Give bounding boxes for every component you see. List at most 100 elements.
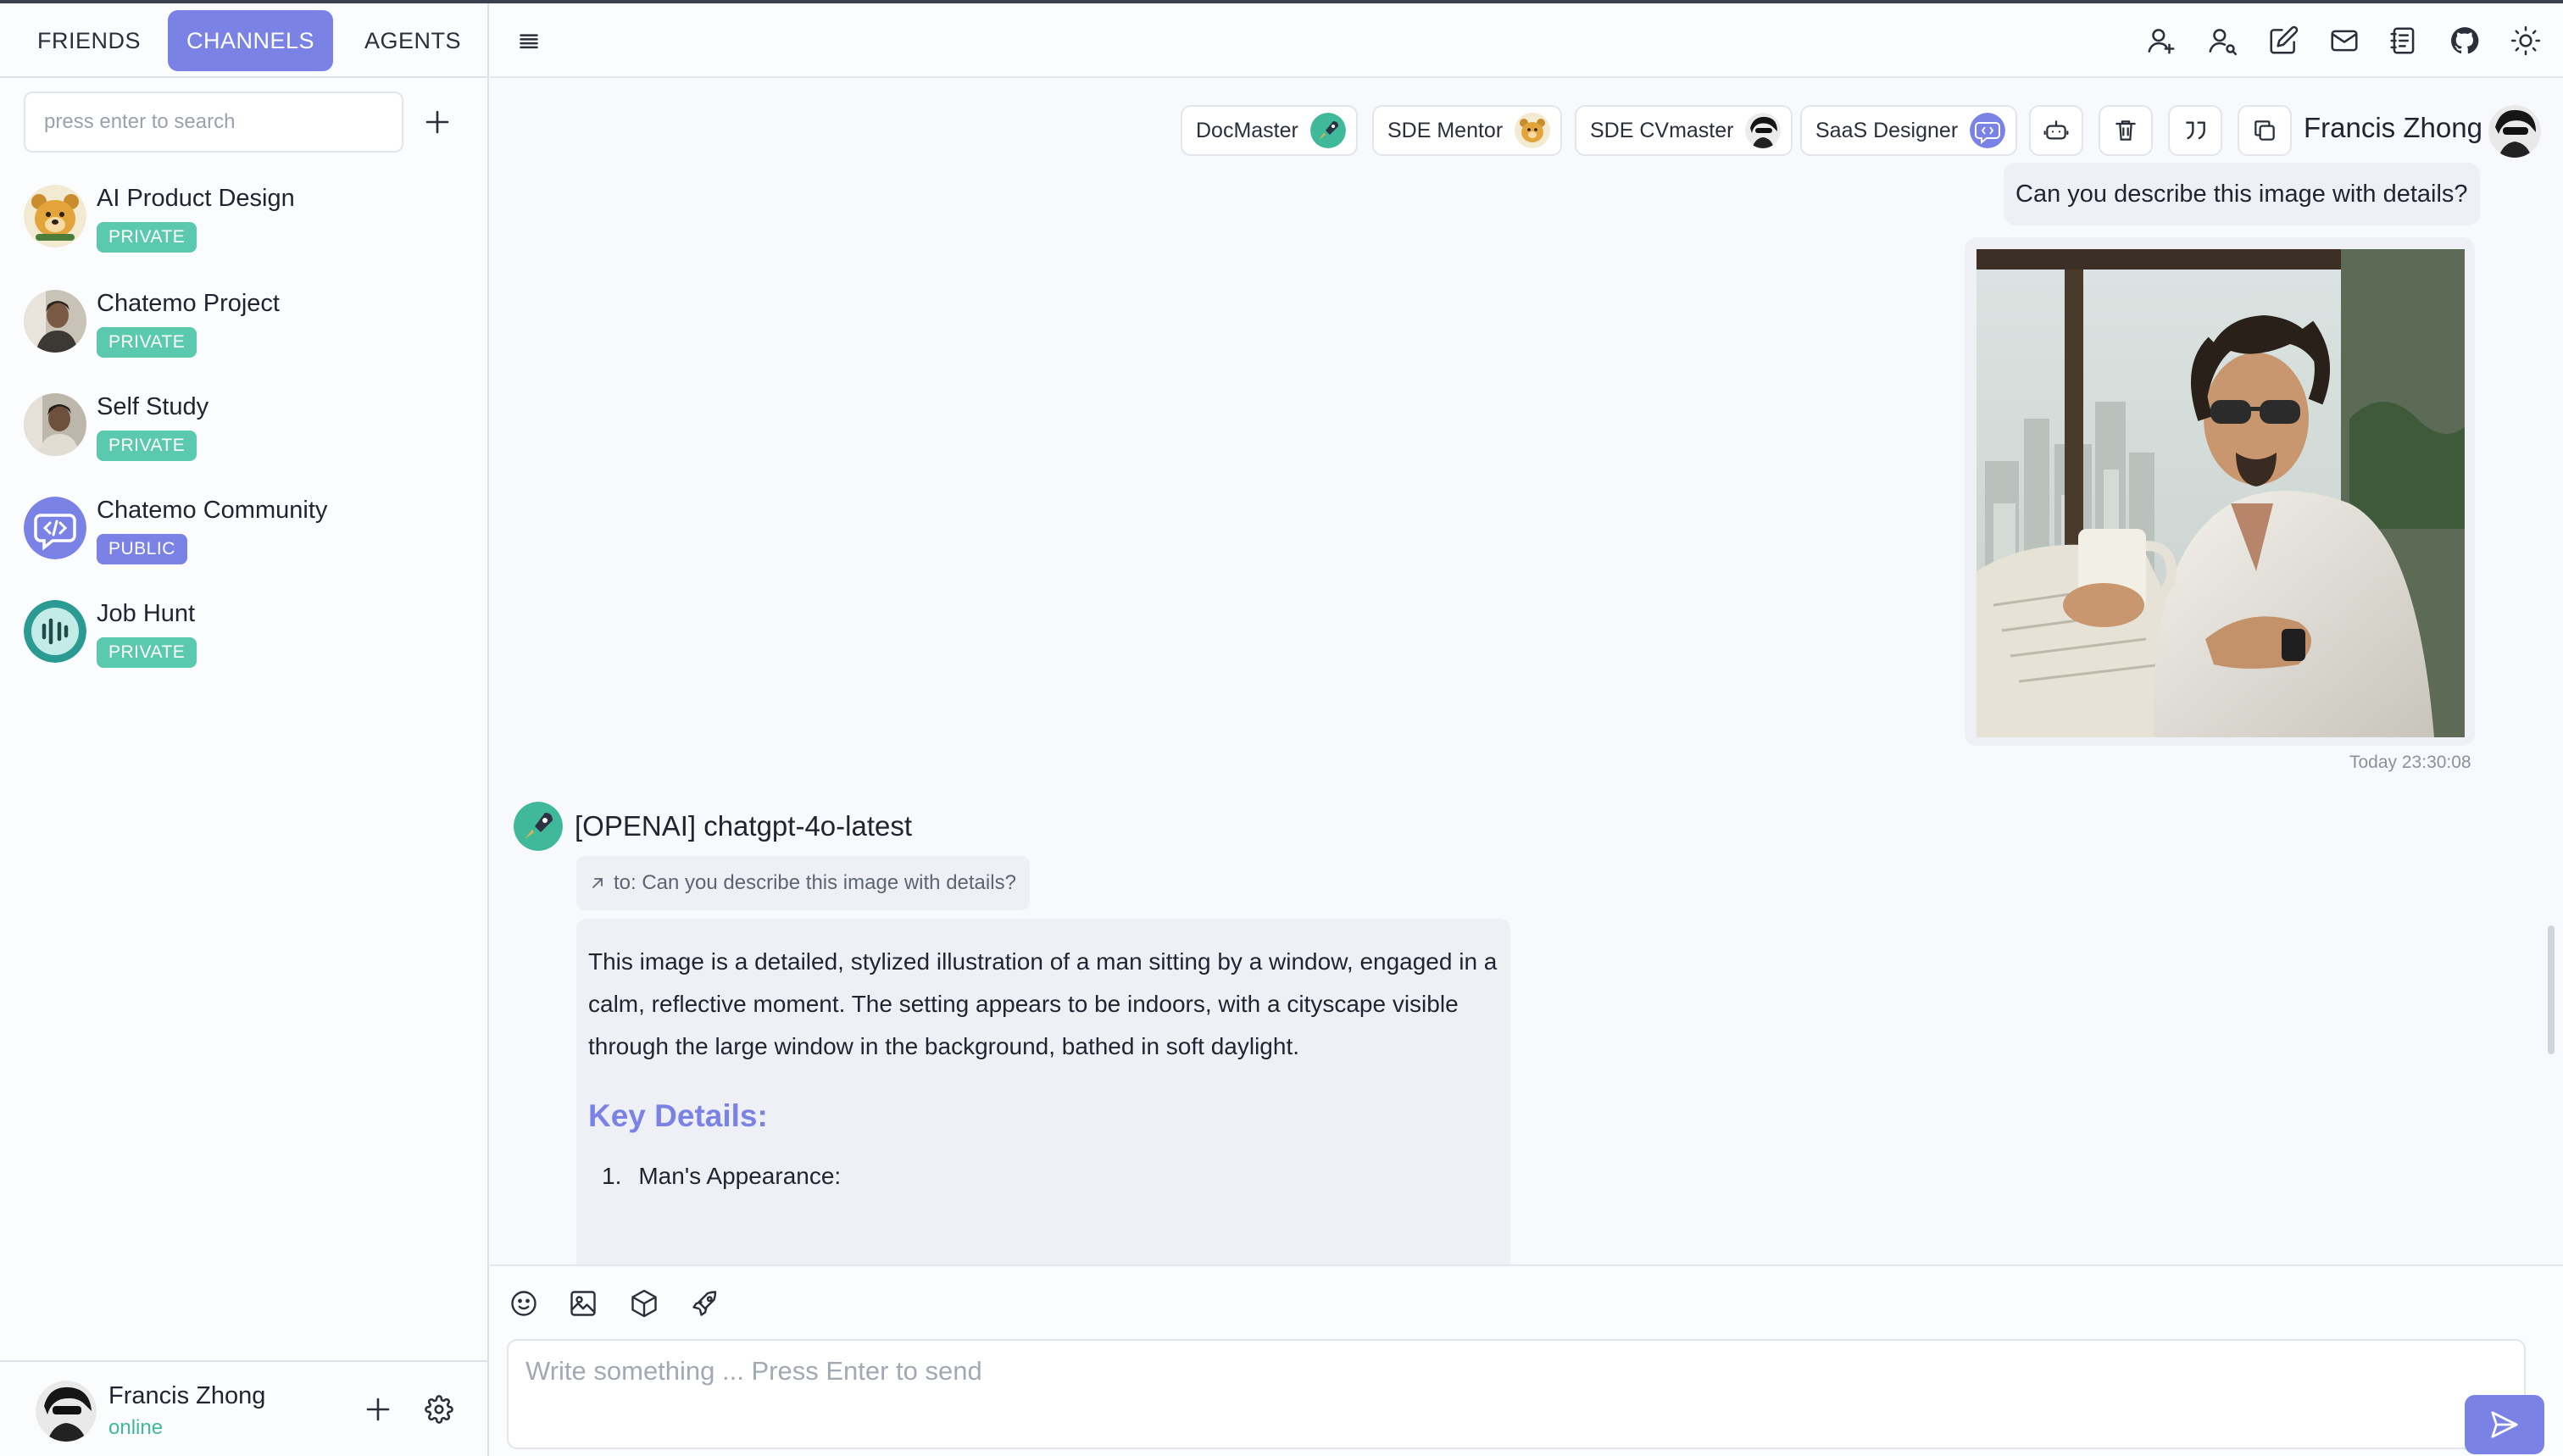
github-icon [2451, 27, 2479, 54]
agent-chip-docmaster[interactable]: DocMaster [1181, 105, 1358, 156]
sun-icon [2510, 25, 2541, 56]
bear-avatar-icon [24, 185, 86, 247]
menu-lines-icon [520, 34, 538, 49]
quote-icon [2186, 121, 2205, 140]
reply-list-item: 1. Man's Appearance: [588, 1163, 1498, 1190]
user-message-bubble: Can you describe this image with details… [2004, 163, 2480, 225]
menu-toggle-button[interactable] [507, 19, 551, 63]
github-button[interactable] [2443, 19, 2487, 63]
theme-toggle-button[interactable] [2504, 19, 2548, 63]
mail-icon [2331, 30, 2358, 52]
privacy-badge: PUBLIC [97, 534, 187, 564]
message-composer [490, 1264, 2563, 1456]
search-input[interactable] [24, 92, 403, 153]
channel-item-ai-product-design[interactable]: AI Product Design PRIVATE [22, 178, 480, 271]
notes-button[interactable] [2382, 19, 2426, 63]
agent-name: SDE Mentor [1387, 118, 1504, 142]
channel-name: Chatemo Project [97, 290, 280, 317]
bot-name: [OPENAI] chatgpt-4o-latest [575, 810, 913, 842]
copy-icon [2254, 120, 2275, 141]
agent-name: SDE CVmaster [1590, 118, 1734, 142]
model-button[interactable] [625, 1285, 663, 1322]
trash-icon [2115, 120, 2136, 141]
privacy-badge: PRIVATE [97, 637, 197, 668]
list-text: Man's Appearance: [638, 1163, 842, 1189]
privacy-badge: PRIVATE [97, 431, 197, 461]
privacy-badge: PRIVATE [97, 327, 197, 358]
edit-icon [2270, 25, 2299, 54]
code-chat-logo-icon [1970, 113, 2006, 148]
bot-avatar[interactable] [514, 802, 563, 851]
top-toolbar [490, 3, 2563, 78]
agent-name: DocMaster [1196, 118, 1298, 142]
emoji-button[interactable] [505, 1285, 542, 1322]
user-avatar[interactable] [36, 1381, 97, 1442]
user-name: Francis Zhong [108, 1382, 266, 1409]
code-chat-logo-icon [24, 497, 86, 559]
send-icon [2491, 1411, 2518, 1438]
user-search-icon [2209, 29, 2238, 56]
user-status: online [108, 1416, 164, 1439]
channel-item-self-study[interactable]: Self Study PRIVATE [22, 386, 480, 480]
reply-reference[interactable]: to: Can you describe this image with det… [576, 856, 1030, 910]
send-button[interactable] [2465, 1395, 2544, 1454]
add-friend-button[interactable] [2139, 19, 2183, 63]
chat-user-name: Francis Zhong [2304, 112, 2482, 143]
reply-paragraph: This image is a detailed, stylized illus… [588, 948, 1498, 1059]
add-button[interactable] [361, 1392, 395, 1426]
quote-button[interactable] [2168, 105, 2222, 156]
person-avatar-icon [1745, 113, 1782, 148]
privacy-badge: PRIVATE [97, 222, 197, 253]
reply-heading: Key Details: [588, 1098, 768, 1133]
channel-item-job-hunt[interactable]: Job Hunt PRIVATE [22, 593, 480, 686]
bear-avatar-icon [1515, 113, 1551, 148]
mail-button[interactable] [2322, 19, 2366, 63]
bot-message-body: This image is a detailed, stylized illus… [576, 919, 1510, 1268]
channel-name: Job Hunt [97, 600, 196, 627]
list-number: 1. [602, 1163, 622, 1189]
channel-item-chatemo-project[interactable]: Chatemo Project PRIVATE [22, 283, 480, 376]
notebook-icon [2390, 27, 2415, 54]
image-upload-button[interactable] [564, 1285, 602, 1322]
sidebar-tabs: FRIENDS CHANNELS AGENTS [0, 3, 487, 78]
smiley-icon [511, 1291, 537, 1316]
current-user-bar: Francis Zhong online [0, 1360, 487, 1456]
tab-friends[interactable]: FRIENDS [19, 10, 159, 71]
chat-user-avatar[interactable] [2488, 105, 2541, 158]
robot-icon [2043, 120, 2069, 140]
rocket-avatar-icon [1309, 113, 1346, 148]
delete-button[interactable] [2099, 105, 2153, 156]
plus-icon [425, 110, 449, 134]
reply-reference-text: to: Can you describe this image with det… [614, 871, 1016, 894]
portrait-avatar-icon [24, 393, 86, 456]
agent-launch-button[interactable] [687, 1285, 724, 1322]
tab-agents[interactable]: AGENTS [346, 10, 480, 71]
arrow-up-right-icon [592, 878, 603, 888]
agent-config-button[interactable] [2029, 105, 2083, 156]
chat-main: DocMaster SDE Mentor SDE CVmaster SaaS D… [490, 3, 2563, 1456]
add-channel-button[interactable] [420, 105, 454, 139]
rocket-icon [692, 1291, 717, 1316]
chat-scrollbar[interactable] [2548, 925, 2555, 1054]
agent-chip-sde-mentor[interactable]: SDE Mentor [1372, 105, 1563, 156]
agent-name: SaaS Designer [1815, 118, 1959, 142]
agent-chip-sde-cvmaster[interactable]: SDE CVmaster [1575, 105, 1793, 156]
message-input[interactable] [509, 1341, 2524, 1448]
copy-button[interactable] [2238, 105, 2292, 156]
find-user-button[interactable] [2200, 19, 2244, 63]
settings-button[interactable] [422, 1392, 456, 1426]
image-icon [570, 1291, 596, 1316]
cube-icon [631, 1289, 657, 1318]
channel-name: AI Product Design [97, 185, 295, 212]
tab-channels[interactable]: CHANNELS [168, 10, 334, 71]
portrait-avatar-icon [24, 290, 86, 353]
man-by-window-illustration [1976, 249, 2465, 737]
agent-chip-saas-designer[interactable]: SaaS Designer [1800, 105, 2018, 156]
channel-item-chatemo-community[interactable]: Chatemo Community PUBLIC [22, 490, 480, 583]
user-plus-icon [2148, 29, 2175, 54]
audio-wave-logo-icon [24, 600, 86, 663]
compose-button[interactable] [2261, 19, 2305, 63]
sidebar: FRIENDS CHANNELS AGENTS AI Product Desig… [0, 3, 489, 1456]
channel-name: Self Study [97, 393, 209, 420]
attached-image-card[interactable] [1965, 237, 2475, 746]
